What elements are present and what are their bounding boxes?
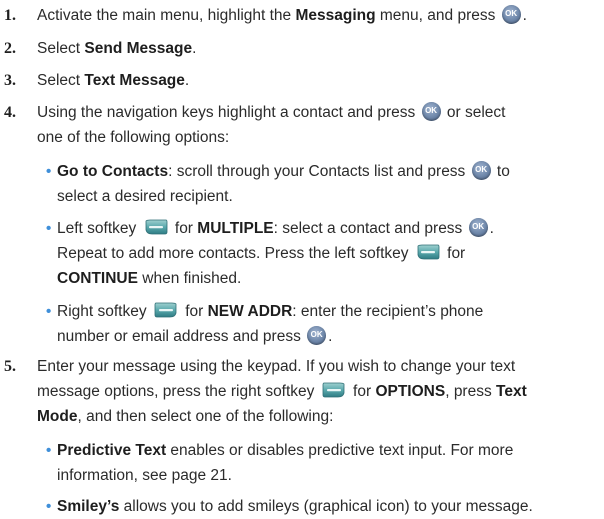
option-text: Right softkey for NEW ADDR: enter the re… (57, 299, 597, 349)
step-number: 4. (4, 104, 16, 121)
ok-key-icon (468, 218, 488, 237)
option-text-message: Text Message (84, 72, 185, 89)
step-text: Activate the main menu, highlight the Me… (37, 3, 597, 28)
bullet-icon: • (46, 163, 52, 180)
text-run: Select (37, 72, 85, 89)
right-softkey-icon (154, 302, 178, 319)
text-run: for (180, 303, 208, 320)
text-run: or select (442, 104, 506, 121)
left-softkey-icon (144, 219, 168, 236)
text-run: when finished. (137, 270, 242, 287)
text-run: Repeat to add more contacts. Press the l… (57, 245, 413, 262)
option-name: Go to Contacts (57, 163, 169, 180)
text-run: menu, and press (375, 7, 500, 24)
text-run: number or email address and press (57, 328, 306, 345)
text-run: . (192, 40, 197, 57)
option-text: Left softkey for MULTIPLE: select a cont… (57, 216, 597, 291)
ok-key-icon (501, 5, 521, 24)
text-run: message options, press the right softkey (37, 383, 319, 400)
ok-key-icon (421, 102, 441, 121)
option-name: Predictive Text (57, 442, 167, 459)
option-name: CONTINUE (57, 270, 138, 287)
step-text: Select Text Message. (37, 68, 597, 93)
left-softkey-icon (416, 244, 440, 261)
step-number: 3. (4, 72, 16, 89)
option-name: OPTIONS (375, 383, 446, 400)
text-run: . (328, 328, 333, 345)
text-run: Using the navigation keys highlight a co… (37, 104, 420, 121)
step-number: 5. (4, 358, 16, 375)
text-run: one of the following options: (37, 129, 230, 146)
text-run: Left softkey (57, 220, 141, 237)
text-run: : scroll through your Contacts list and … (168, 163, 470, 180)
ok-key-icon (307, 326, 327, 345)
bullet-icon: • (46, 220, 52, 237)
text-run: enables or disables predictive text inpu… (166, 442, 514, 459)
ok-key-icon (471, 161, 491, 180)
option-name: Text (496, 383, 527, 400)
text-run: , and then select one of the following: (77, 408, 334, 425)
step-text: Enter your message using the keypad. If … (37, 354, 597, 429)
step-text: Select Send Message. (37, 36, 597, 61)
instruction-document: 1. Activate the main menu, highlight the… (0, 0, 604, 519)
text-run: Enter your message using the keypad. If … (37, 358, 516, 375)
text-run: select a desired recipient. (57, 188, 233, 205)
text-run: : enter the recipient’s phone (292, 303, 484, 320)
text-run: information, see page 21. (57, 467, 232, 484)
option-name: NEW ADDR (207, 303, 293, 320)
option-name: Smiley’s (57, 498, 120, 515)
text-run: allows you to add smileys (graphical ico… (119, 498, 533, 515)
bullet-icon: • (46, 442, 52, 459)
text-run: Activate the main menu, highlight the (37, 7, 296, 24)
text-run: for (170, 220, 198, 237)
bullet-icon: • (46, 303, 52, 320)
option-text: Go to Contacts: scroll through your Cont… (57, 159, 597, 209)
option-text: Smiley’s allows you to add smileys (grap… (57, 494, 597, 519)
text-run: . (522, 7, 527, 24)
option-name: MULTIPLE (197, 220, 274, 237)
option-name: Mode (37, 408, 78, 425)
text-run: , press (445, 383, 497, 400)
text-run: Select (37, 40, 85, 57)
option-send-message: Send Message (84, 40, 193, 57)
right-softkey-icon (322, 382, 346, 399)
option-text: Predictive Text enables or disables pred… (57, 438, 597, 488)
step-text: Using the navigation keys highlight a co… (37, 100, 597, 150)
step-number: 1. (4, 7, 16, 24)
text-run: Right softkey (57, 303, 151, 320)
text-run: to (492, 163, 510, 180)
text-run: . (489, 220, 494, 237)
menu-name-messaging: Messaging (295, 7, 376, 24)
text-run: : select a contact and press (273, 220, 467, 237)
text-run: for (348, 383, 376, 400)
text-run: . (184, 72, 190, 89)
bullet-icon: • (46, 498, 52, 515)
text-run: for (442, 245, 466, 262)
step-number: 2. (4, 40, 16, 57)
